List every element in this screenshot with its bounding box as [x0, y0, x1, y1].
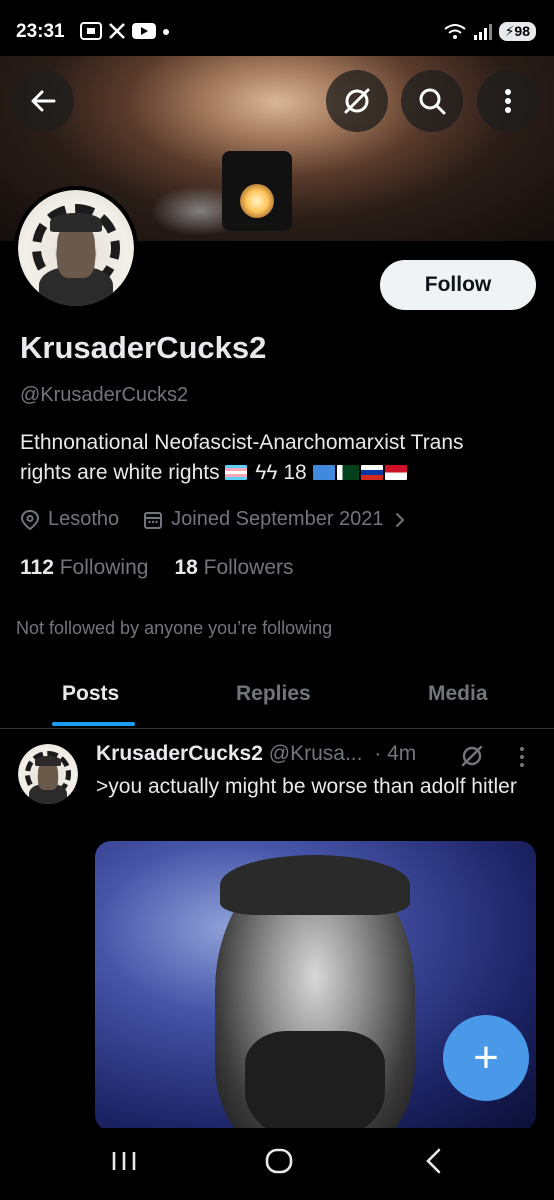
trans-flag-icon: [225, 465, 248, 480]
slashed-circle-icon: [344, 88, 370, 114]
bio-line: Ethnonational Neofascist-Anarchomarxist …: [20, 431, 464, 454]
youtube-icon: [132, 23, 156, 39]
profile-tabs: Posts Replies Media: [0, 664, 554, 729]
post-author-name[interactable]: KrusaderCucks2: [96, 742, 263, 765]
indonesia-flag-icon: [384, 465, 407, 480]
battery-indicator: ⚡98: [498, 22, 536, 41]
profile-display-name: KrusaderCucks2: [20, 330, 267, 365]
back-button[interactable]: [12, 70, 74, 132]
home-icon[interactable]: [264, 1146, 294, 1176]
search-icon: [419, 88, 446, 115]
screenshot-icon: [80, 22, 102, 40]
profile-avatar[interactable]: [14, 186, 138, 310]
not-followed-notice: Not followed by anyone you’re following: [16, 618, 333, 638]
profile-location: Lesotho: [48, 508, 120, 530]
location-pin-icon: [20, 509, 40, 530]
system-navigation-bar: [0, 1128, 554, 1200]
wifi-icon: [443, 23, 466, 39]
more-vertical-icon: [505, 89, 511, 113]
tab-media[interactable]: Media: [428, 682, 488, 706]
arrow-left-icon: [31, 90, 56, 112]
calendar-icon: [144, 511, 163, 529]
post-more-icon[interactable]: [512, 745, 532, 769]
status-system-icons: ⚡98: [443, 22, 536, 41]
grok-post-icon[interactable]: [459, 743, 485, 769]
search-button[interactable]: [401, 70, 463, 132]
russia-flag-icon: [360, 465, 383, 480]
status-time: 23:31: [16, 21, 65, 42]
somalia-flag-icon: [312, 465, 335, 480]
pakistan-flag-icon: [336, 465, 359, 480]
tab-posts[interactable]: Posts: [62, 682, 119, 706]
profile-joined-date[interactable]: Joined September 2021: [171, 508, 383, 531]
x-logo-icon: [109, 23, 125, 39]
profile-bio: Ethnonational Neofascist-Anarchomarxist …: [20, 428, 540, 488]
post-header: KrusaderCucks2 @Krusa... · 4m: [96, 742, 416, 766]
back-nav-icon[interactable]: [422, 1146, 446, 1176]
post-timestamp: · 4m: [374, 742, 417, 765]
profile-counts: 112 Following 18 Followers: [20, 556, 294, 580]
profile-meta: Lesotho Joined September 2021: [20, 508, 408, 531]
status-bar: 23:31 ⚡98: [0, 0, 554, 60]
dot-icon: [163, 29, 169, 35]
profile-handle: @KrusaderCucks2: [20, 384, 189, 406]
following-link[interactable]: 112 Following: [20, 556, 148, 580]
more-options-button[interactable]: [477, 70, 539, 132]
post-text: >you actually might be worse than adolf …: [96, 775, 517, 798]
status-notification-icons: [80, 22, 170, 40]
compose-post-button[interactable]: +: [443, 1015, 529, 1101]
signal-icon: [473, 23, 492, 40]
followers-link[interactable]: 18 Followers: [174, 556, 293, 580]
post-author-handle[interactable]: @Krusa...: [269, 742, 363, 765]
chevron-right-icon[interactable]: [392, 510, 408, 530]
recent-apps-icon[interactable]: [110, 1146, 138, 1176]
grok-button[interactable]: [326, 70, 388, 132]
post-author-avatar[interactable]: [18, 744, 78, 804]
active-tab-indicator: [52, 722, 135, 726]
follow-button[interactable]: Follow: [380, 260, 536, 310]
tab-replies[interactable]: Replies: [236, 682, 311, 706]
bio-line: rights are white rights ϟϟ 18: [20, 458, 540, 488]
